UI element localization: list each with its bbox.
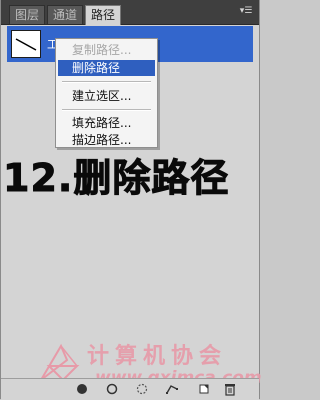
menu-item-duplicate-path: 复制路径... — [72, 43, 132, 57]
panel-menu-icon[interactable]: ▾☰ — [239, 5, 253, 17]
menu-item-make-selection[interactable]: 建立选区... — [58, 88, 155, 104]
tutorial-caption: 12.删除路径 — [3, 156, 230, 200]
paths-panel: 图层 通道 路径 ▾☰ 工作路径 复制路径... 删除路径 建立选区... 填充… — [0, 0, 262, 400]
paths-toolbar — [1, 378, 259, 400]
menu-item-delete-path[interactable]: 删除路径 — [58, 60, 155, 76]
menu-separator — [62, 109, 151, 111]
panel-tab-bar: 图层 通道 路径 ▾☰ — [1, 0, 259, 25]
tab-layers[interactable]: 图层 — [9, 5, 45, 24]
tab-paths[interactable]: 路径 — [85, 5, 121, 25]
new-path-icon[interactable] — [197, 382, 211, 396]
path-thumbnail — [11, 30, 41, 58]
delete-path-icon[interactable] — [223, 382, 237, 396]
menu-separator — [62, 81, 151, 83]
fill-path-icon[interactable] — [75, 382, 89, 396]
menu-item-fill-path[interactable]: 填充路径... — [58, 115, 155, 131]
tab-channels[interactable]: 通道 — [47, 5, 83, 24]
load-selection-icon[interactable] — [135, 382, 149, 396]
make-work-path-icon[interactable] — [165, 382, 179, 396]
context-menu: 复制路径... 删除路径 建立选区... 填充路径... 描边路径... — [55, 38, 158, 148]
watermark-title: 计算机协会 — [87, 343, 228, 369]
stroke-path-icon[interactable] — [105, 382, 119, 396]
menu-item-stroke-path[interactable]: 描边路径... — [58, 132, 155, 148]
